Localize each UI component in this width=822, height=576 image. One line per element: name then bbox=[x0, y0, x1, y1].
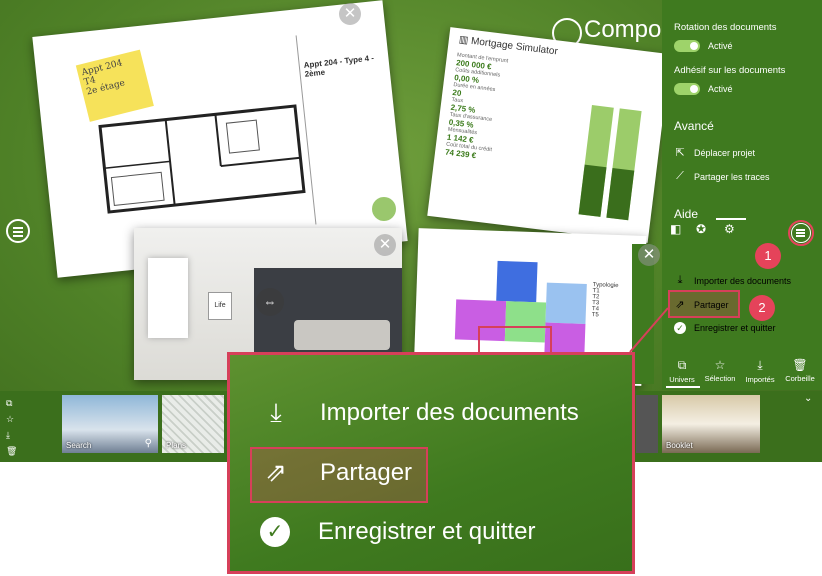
zoomed-menu-callout: ⤓ Importer des documents ⇗ Partager ✓ En… bbox=[227, 352, 635, 574]
partager-item[interactable]: ⇗ Partager bbox=[260, 457, 412, 488]
search-icon: ⚲ bbox=[144, 438, 152, 449]
download-icon: ⤓ bbox=[270, 397, 282, 427]
left-menu-icon[interactable] bbox=[6, 219, 30, 243]
enregistrer-label: Enregistrer et quitter bbox=[318, 518, 536, 545]
check-circle-icon: ✓ bbox=[260, 517, 290, 547]
close-icon[interactable]: ✕ bbox=[638, 244, 660, 266]
partager-item-small[interactable]: ⇗ Partager bbox=[674, 298, 728, 311]
deplacer-projet-item[interactable]: ⇱ Déplacer projet bbox=[674, 146, 755, 159]
close-icon[interactable]: ✕ bbox=[339, 3, 361, 25]
thumb-booklet[interactable]: Booklet bbox=[662, 395, 760, 453]
rotation-toggle[interactable] bbox=[674, 40, 700, 52]
download-icon: ⤓ bbox=[677, 274, 683, 286]
layers-icon: ⧉ bbox=[677, 358, 687, 372]
gear-icon[interactable]: ⚙ bbox=[724, 222, 735, 236]
tab-indicator bbox=[666, 386, 700, 388]
photo-sofa bbox=[294, 320, 390, 350]
palette-icon[interactable]: ✪ bbox=[696, 222, 706, 236]
hamburger-menu-icon[interactable] bbox=[791, 223, 811, 243]
plan-highlight bbox=[478, 326, 552, 354]
brand-name: Compos bbox=[584, 16, 674, 43]
step-badge-2: 2 bbox=[749, 295, 775, 321]
strip-icons: ⧉ ☆ ⤓ 🗑 bbox=[6, 395, 17, 459]
thumb-caption: Plans bbox=[166, 441, 187, 450]
panorama-icon[interactable]: ⇔ bbox=[256, 288, 284, 316]
adhesif-toggle[interactable] bbox=[674, 83, 700, 95]
tab-corbeille[interactable]: 🗑 Corbeille bbox=[782, 358, 818, 383]
thumb-search[interactable]: Search ⚲ bbox=[62, 395, 158, 453]
mortgage-fields: Montant de l'emprunt 200 000 € Coûts add… bbox=[445, 52, 587, 172]
tab-univers[interactable]: ⧉ Univers bbox=[664, 358, 700, 384]
share-icon: ⇗ bbox=[265, 457, 287, 487]
tab-importes[interactable]: ⤓ Importés bbox=[742, 358, 778, 384]
enregistrer-item-small[interactable]: ✓ Enregistrer et quitter bbox=[674, 322, 776, 334]
step-badge-1: 1 bbox=[755, 243, 781, 269]
download-icon[interactable]: ⤓ bbox=[6, 427, 17, 443]
rotation-state: Activé bbox=[708, 41, 733, 51]
importer-item-small[interactable]: ⤓ Importer des documents bbox=[674, 274, 791, 287]
floor-plan-drawing bbox=[98, 104, 306, 214]
adhesif-label: Adhésif sur les documents bbox=[674, 65, 786, 76]
enregistrer-item[interactable]: ✓ Enregistrer et quitter bbox=[260, 517, 535, 547]
trash-icon: 🗑 bbox=[792, 358, 808, 372]
thumb-plans[interactable]: Plans bbox=[162, 395, 224, 453]
thumb-caption: Booklet bbox=[666, 441, 693, 450]
plan-header: Appt 204 - Type 4 - 2ème bbox=[303, 53, 375, 79]
layers-icon[interactable]: ⧉ bbox=[6, 395, 17, 411]
legend-item: T5 bbox=[591, 312, 599, 319]
sticky-note[interactable]: Appt 204 T4 2e étage bbox=[75, 49, 154, 122]
thumb-partial[interactable] bbox=[636, 395, 658, 453]
download-icon: ⤓ bbox=[757, 358, 763, 372]
photo-window bbox=[148, 258, 188, 338]
chart-icon: ⟋ bbox=[676, 170, 684, 182]
thumb-caption: Search bbox=[66, 441, 92, 450]
resize-handle-icon[interactable] bbox=[372, 197, 396, 221]
trash-icon[interactable]: 🗑 bbox=[6, 443, 17, 459]
partager-label: Partager bbox=[320, 458, 413, 486]
wall-frame: Life bbox=[208, 292, 232, 320]
mortgage-simulator-document[interactable]: ▥ Mortgage Simulator Montant de l'emprun… bbox=[427, 27, 671, 243]
close-icon[interactable]: ✕ bbox=[374, 234, 396, 256]
move-icon: ⇱ bbox=[675, 147, 685, 159]
section-avance: Avancé bbox=[674, 119, 714, 133]
star-icon: ☆ bbox=[714, 358, 726, 372]
layout-icon[interactable]: ◧ bbox=[670, 222, 681, 236]
importer-label: Importer des documents bbox=[320, 399, 579, 426]
legend: Typologie T1 T2 T3 T4 T5 bbox=[592, 282, 619, 319]
adhesif-state: Activé bbox=[708, 84, 733, 94]
tab-indicator bbox=[716, 218, 746, 220]
partager-traces-item[interactable]: ⟋ Partager les traces bbox=[674, 170, 769, 183]
star-icon[interactable]: ☆ bbox=[6, 411, 17, 427]
importer-item[interactable]: ⤓ Importer des documents bbox=[260, 397, 579, 429]
chevron-down-icon[interactable]: ⌄ bbox=[804, 393, 812, 404]
tab-selection[interactable]: ☆ Sélection bbox=[702, 358, 738, 383]
rotation-label: Rotation des documents bbox=[674, 22, 777, 33]
callout-connector bbox=[629, 307, 669, 353]
